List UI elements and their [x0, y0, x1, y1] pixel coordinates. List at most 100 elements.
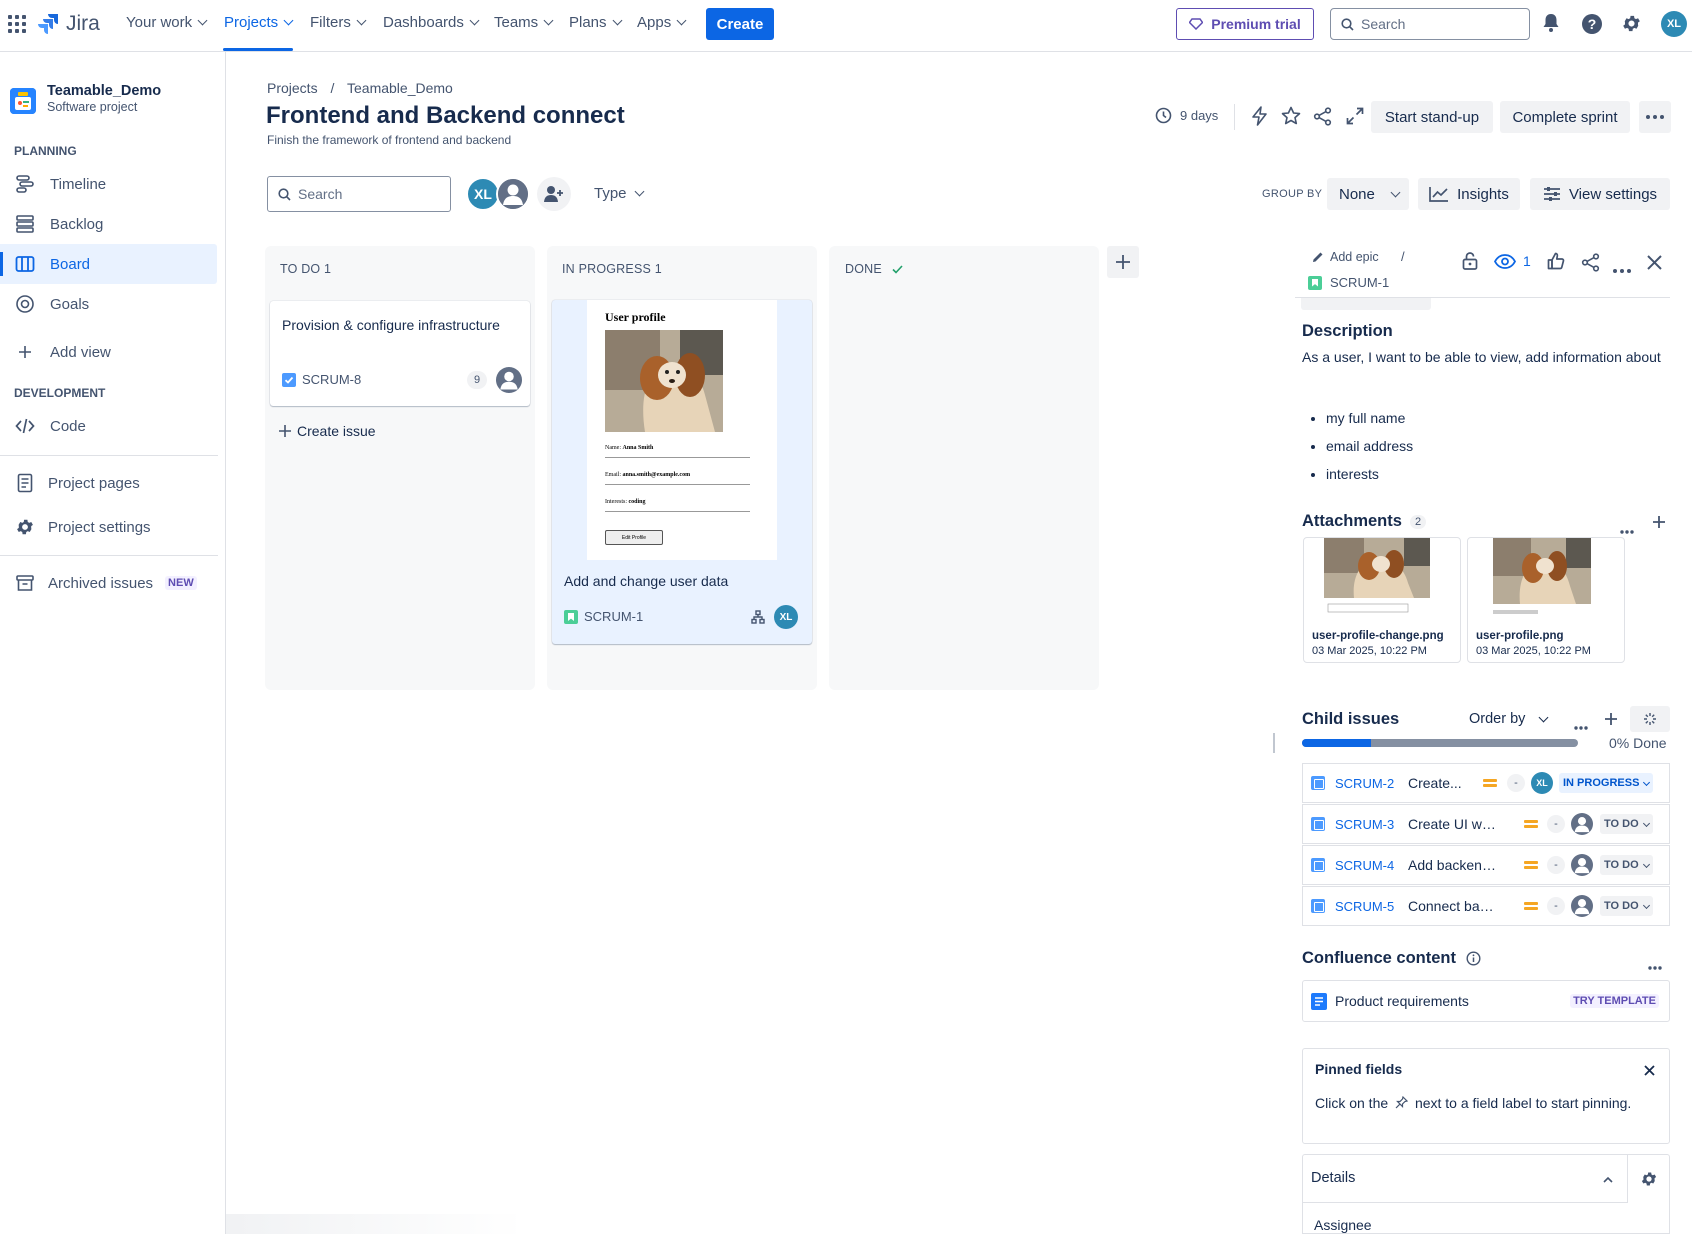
- automation-icon[interactable]: [1251, 106, 1268, 129]
- add-attachment-icon[interactable]: [1652, 515, 1666, 532]
- story-points[interactable]: 9: [467, 371, 487, 389]
- assignee-avatar[interactable]: XL: [774, 605, 798, 629]
- user-avatar[interactable]: XL: [1661, 11, 1687, 37]
- lock-icon[interactable]: [1462, 252, 1478, 273]
- sidebar-item-code[interactable]: Code: [0, 406, 217, 446]
- nav-plans[interactable]: Plans: [569, 14, 622, 31]
- story-points[interactable]: -: [1547, 856, 1565, 874]
- child-issue-key[interactable]: SCRUM-2: [1335, 776, 1394, 791]
- status-dropdown[interactable]: TO DO: [1600, 896, 1653, 916]
- ai-breakdown-button[interactable]: [1630, 706, 1670, 732]
- child-issues-icon[interactable]: [751, 610, 765, 627]
- try-template-badge[interactable]: TRY TEMPLATE: [1570, 994, 1659, 1008]
- create-issue-button[interactable]: Create issue: [279, 416, 376, 446]
- info-icon[interactable]: [1466, 951, 1481, 966]
- child-issue-title[interactable]: Create...: [1408, 775, 1466, 791]
- child-issue-row[interactable]: SCRUM-2 Create... - XL IN PROGRESS: [1302, 763, 1670, 803]
- nav-teams[interactable]: Teams: [494, 14, 554, 31]
- child-issue-row[interactable]: SCRUM-4 Add backend... - TO DO: [1302, 845, 1670, 885]
- attachments-more-icon[interactable]: [1620, 521, 1634, 537]
- assignee-avatar-unassigned[interactable]: [1571, 813, 1593, 835]
- add-column-button[interactable]: [1107, 246, 1139, 278]
- child-more-icon[interactable]: [1574, 717, 1588, 733]
- issue-key[interactable]: SCRUM-1: [584, 609, 643, 624]
- child-issue-title[interactable]: Add backend...: [1408, 857, 1498, 873]
- assignee-avatar[interactable]: XL: [1531, 772, 1553, 794]
- order-by-dropdown[interactable]: Order by: [1469, 711, 1549, 727]
- add-child-issue-icon[interactable]: [1604, 712, 1618, 729]
- status-dropdown[interactable]: TO DO: [1600, 814, 1653, 834]
- assignee-avatar-unassigned[interactable]: [1571, 895, 1593, 917]
- filter-avatar-xl[interactable]: XL: [466, 177, 500, 211]
- add-view-button[interactable]: Add view: [0, 332, 217, 372]
- more-actions-button[interactable]: [1639, 101, 1671, 133]
- child-issue-key[interactable]: SCRUM-5: [1335, 899, 1394, 914]
- fullscreen-icon[interactable]: [1346, 107, 1364, 128]
- story-points[interactable]: -: [1547, 897, 1565, 915]
- share-icon[interactable]: [1313, 107, 1332, 129]
- status-dropdown[interactable]: IN PROGRESS: [1559, 773, 1654, 793]
- more-horizontal-icon[interactable]: [1613, 260, 1631, 276]
- insights-button[interactable]: Insights: [1418, 178, 1520, 210]
- story-points[interactable]: -: [1547, 815, 1565, 833]
- nav-projects[interactable]: Projects: [224, 14, 294, 31]
- nav-dashboards[interactable]: Dashboards: [383, 14, 480, 31]
- child-issue-row[interactable]: SCRUM-3 Create UI wit... - TO DO: [1302, 804, 1670, 844]
- panel-issue-key[interactable]: SCRUM-1: [1308, 275, 1389, 290]
- confluence-more-icon[interactable]: [1648, 957, 1662, 973]
- assignee-avatar-unassigned[interactable]: [496, 367, 522, 393]
- board-search-input[interactable]: Search: [267, 176, 451, 212]
- attachment-card[interactable]: user-profile.png 03 Mar 2025, 10:22 PM: [1467, 537, 1625, 663]
- sidebar-item-board[interactable]: Board: [0, 244, 217, 284]
- sidebar-item-project-pages[interactable]: Project pages: [0, 463, 217, 503]
- notifications-icon[interactable]: [1542, 13, 1560, 36]
- issue-card[interactable]: User profile Name: Anna Smith Email: ann…: [552, 300, 812, 644]
- panel-resize-handle[interactable]: [1273, 733, 1275, 753]
- description-text[interactable]: As a user, I want to be able to view, ad…: [1302, 345, 1664, 369]
- project-name[interactable]: Teamable_Demo: [47, 83, 161, 99]
- nav-apps[interactable]: Apps: [637, 14, 687, 31]
- nav-your-work[interactable]: Your work: [126, 14, 208, 31]
- app-switcher-icon[interactable]: [8, 15, 26, 33]
- product-requirements-row[interactable]: Product requirements TRY TEMPLATE: [1302, 980, 1670, 1022]
- child-issue-key[interactable]: SCRUM-4: [1335, 858, 1394, 873]
- add-people-button[interactable]: [537, 177, 571, 211]
- status-dropdown[interactable]: TO DO: [1600, 855, 1653, 875]
- sidebar-item-backlog[interactable]: Backlog: [0, 204, 217, 244]
- start-standup-button[interactable]: Start stand-up: [1371, 101, 1493, 133]
- gear-icon[interactable]: [1640, 1170, 1658, 1188]
- create-button[interactable]: Create: [706, 8, 774, 40]
- jira-logo[interactable]: Jira: [38, 12, 100, 36]
- close-icon[interactable]: [1644, 1065, 1655, 1076]
- child-issue-title[interactable]: Connect bac...: [1408, 898, 1498, 914]
- close-icon[interactable]: [1647, 255, 1662, 273]
- add-epic-button[interactable]: Add epic: [1312, 250, 1379, 264]
- watch-button[interactable]: 1: [1494, 253, 1531, 269]
- premium-trial-button[interactable]: Premium trial: [1176, 8, 1314, 40]
- sidebar-item-timeline[interactable]: Timeline: [0, 164, 217, 204]
- details-header[interactable]: Details: [1303, 1155, 1628, 1203]
- project-avatar[interactable]: [10, 88, 36, 114]
- sidebar-item-project-settings[interactable]: Project settings: [0, 507, 217, 547]
- issue-key[interactable]: SCRUM-8: [302, 372, 361, 387]
- star-icon[interactable]: [1281, 106, 1301, 129]
- issue-card[interactable]: Provision & configure infrastructure SCR…: [270, 301, 530, 406]
- global-search-input[interactable]: Search: [1330, 8, 1530, 40]
- child-issue-key[interactable]: SCRUM-3: [1335, 817, 1394, 832]
- view-settings-button[interactable]: View settings: [1530, 178, 1670, 210]
- type-filter-dropdown[interactable]: Type: [594, 185, 644, 202]
- nav-filters[interactable]: Filters: [310, 14, 367, 31]
- breadcrumb-projects-link[interactable]: Projects: [267, 80, 318, 96]
- thumbs-up-icon[interactable]: [1547, 252, 1565, 273]
- settings-gear-icon[interactable]: [1621, 13, 1642, 37]
- help-icon[interactable]: ?: [1581, 13, 1603, 38]
- child-issue-title[interactable]: Create UI wit...: [1408, 816, 1498, 832]
- story-points[interactable]: -: [1507, 774, 1525, 792]
- filter-avatar-unassigned[interactable]: [496, 177, 530, 211]
- sprint-time-remaining[interactable]: 9 days: [1155, 107, 1218, 124]
- sidebar-item-archived-issues[interactable]: Archived issues NEW: [0, 563, 217, 603]
- complete-sprint-button[interactable]: Complete sprint: [1500, 101, 1630, 133]
- share-icon[interactable]: [1581, 253, 1600, 275]
- assignee-avatar-unassigned[interactable]: [1571, 854, 1593, 876]
- group-by-dropdown[interactable]: None: [1327, 178, 1409, 210]
